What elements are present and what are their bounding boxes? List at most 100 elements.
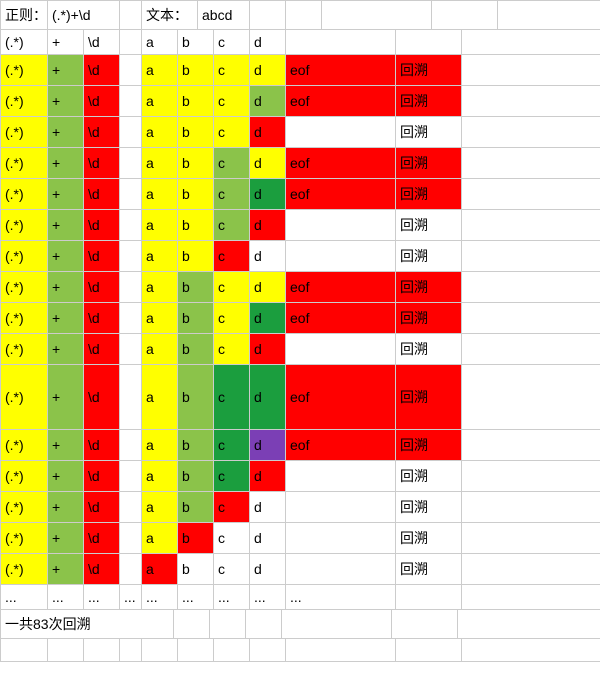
char-a-cell: a [142, 148, 178, 178]
char-b-cell: b [178, 117, 214, 147]
pattern-group: (.*) [0, 148, 48, 178]
pattern-plus: + [48, 492, 84, 522]
pattern-group: (.*) [0, 117, 48, 147]
char-b-cell: b [178, 334, 214, 364]
table-row: (.*)+\dabcdeof回溯 [0, 430, 600, 461]
eof-cell [286, 492, 396, 522]
text-label: 文本： [142, 1, 198, 29]
char-b-cell: b [178, 430, 214, 460]
char-d-cell: d [250, 523, 286, 553]
eof-cell: eof [286, 55, 396, 85]
gap [120, 241, 142, 271]
gap [120, 461, 142, 491]
part-1: + [48, 30, 84, 54]
char-b-cell: b [178, 461, 214, 491]
pattern-group: (.*) [0, 492, 48, 522]
char-c-cell: c [214, 365, 250, 429]
char-a-cell: a [142, 210, 178, 240]
pattern-group: (.*) [0, 55, 48, 85]
table-row: (.*)+\dabcdeof回溯 [0, 272, 600, 303]
gap [120, 303, 142, 333]
table-row: (.*)+\dabcdeof回溯 [0, 303, 600, 334]
backtrack-cell: 回溯 [396, 148, 462, 178]
eof-cell [286, 241, 396, 271]
pattern-plus: + [48, 179, 84, 209]
char-a-cell: a [142, 55, 178, 85]
gap [120, 365, 142, 429]
table-row: (.*)+\dabcdeof回溯 [0, 55, 600, 86]
table-row: (.*)+\dabcdeof回溯 [0, 365, 600, 430]
table-row: (.*)+\dabcd回溯 [0, 492, 600, 523]
pattern-digit: \d [84, 55, 120, 85]
char-b-cell: b [178, 272, 214, 302]
char-d-cell: d [250, 492, 286, 522]
table-row: (.*)+\dabcd回溯 [0, 334, 600, 365]
pattern-plus: + [48, 523, 84, 553]
char-d-cell: d [250, 272, 286, 302]
char-b-cell: b [178, 55, 214, 85]
table-row: (.*)+\dabcdeof回溯 [0, 86, 600, 117]
char-c: c [214, 30, 250, 54]
eof-cell: eof [286, 430, 396, 460]
eof-cell: eof [286, 272, 396, 302]
pattern-plus: + [48, 117, 84, 147]
pattern-digit: \d [84, 241, 120, 271]
char-d-cell: d [250, 179, 286, 209]
pattern-plus: + [48, 272, 84, 302]
gap [120, 148, 142, 178]
char-a-cell: a [142, 117, 178, 147]
dots: ... [214, 585, 250, 609]
backtrack-cell: 回溯 [396, 117, 462, 147]
pattern-plus: + [48, 365, 84, 429]
gap [120, 430, 142, 460]
pattern-digit: \d [84, 461, 120, 491]
pattern-group: (.*) [0, 241, 48, 271]
backtrack-cell: 回溯 [396, 334, 462, 364]
char-d-cell: d [250, 303, 286, 333]
table-row: (.*)+\dabcd回溯 [0, 523, 600, 554]
char-a-cell: a [142, 492, 178, 522]
eof-cell [286, 210, 396, 240]
backtrack-cell: 回溯 [396, 430, 462, 460]
subheader-row: (.*) + \d a b c d [0, 30, 600, 55]
char-a: a [142, 30, 178, 54]
pattern-group: (.*) [0, 179, 48, 209]
pattern-plus: + [48, 86, 84, 116]
char-a-cell: a [142, 523, 178, 553]
dots: ... [0, 585, 48, 609]
gap [120, 117, 142, 147]
eof-cell: eof [286, 303, 396, 333]
eof-cell: eof [286, 365, 396, 429]
gap [120, 55, 142, 85]
pattern-digit: \d [84, 179, 120, 209]
char-c-cell: c [214, 148, 250, 178]
char-c-cell: c [214, 179, 250, 209]
pattern-group: (.*) [0, 86, 48, 116]
part-0: (.*) [0, 30, 48, 54]
char-b-cell: b [178, 179, 214, 209]
pattern-group: (.*) [0, 334, 48, 364]
char-b-cell: b [178, 365, 214, 429]
char-a-cell: a [142, 461, 178, 491]
table-row: (.*)+\dabcd回溯 [0, 554, 600, 585]
gap-header [120, 1, 142, 29]
pattern-digit: \d [84, 554, 120, 584]
pattern-group: (.*) [0, 430, 48, 460]
backtrack-cell: 回溯 [396, 179, 462, 209]
gap [120, 272, 142, 302]
eof-cell [286, 523, 396, 553]
char-c-cell: c [214, 241, 250, 271]
char-c-cell: c [214, 86, 250, 116]
backtrack-cell: 回溯 [396, 554, 462, 584]
gap [120, 210, 142, 240]
char-c-cell: c [214, 334, 250, 364]
char-c-cell: c [214, 117, 250, 147]
char-a-cell: a [142, 303, 178, 333]
ellipsis-row: ... ... ... ... ... ... ... ... ... [0, 585, 600, 610]
footer-row: 一共83次回溯 [0, 610, 600, 639]
pattern-digit: \d [84, 303, 120, 333]
char-a-cell: a [142, 272, 178, 302]
char-d-cell: d [250, 241, 286, 271]
char-c-cell: c [214, 523, 250, 553]
pattern-digit: \d [84, 117, 120, 147]
